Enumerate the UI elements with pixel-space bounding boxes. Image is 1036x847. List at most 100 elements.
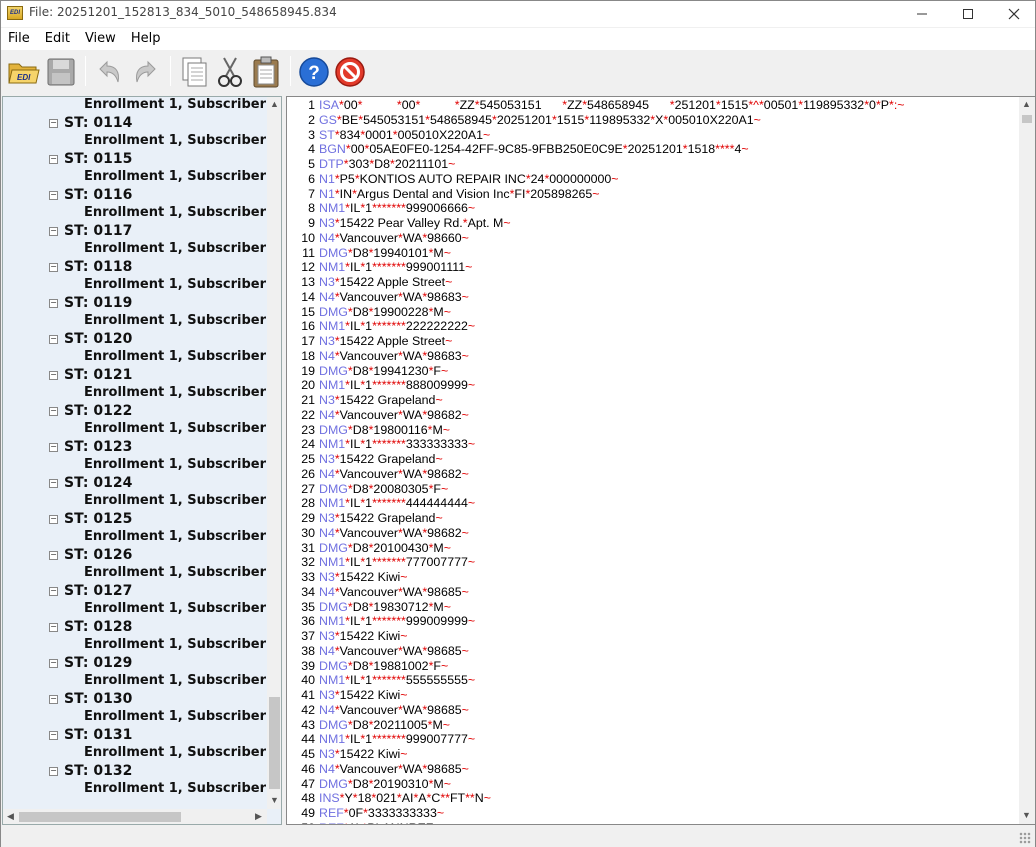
tree-node-enrollment[interactable]: Enrollment 1, Subscriber ID (84, 421, 267, 439)
collapse-icon[interactable]: − (49, 659, 58, 668)
edi-segment-line[interactable]: 45 N3*15422 Kiwi~ (287, 747, 1019, 762)
tree-node-st[interactable]: − ST: 0127 (49, 583, 132, 601)
scroll-up-icon[interactable]: ▲ (267, 97, 281, 112)
tree-node-enrollment[interactable]: Enrollment 1, Subscriber ID (84, 637, 267, 655)
scrollbar-thumb[interactable] (19, 812, 181, 822)
tree-node-st[interactable]: − ST: 0119 (49, 295, 132, 313)
tree-node-enrollment[interactable]: Enrollment 1, Subscriber ID (84, 457, 267, 475)
collapse-icon[interactable]: − (49, 767, 58, 776)
tree-node-st[interactable]: − ST: 0116 (49, 187, 132, 205)
tree-node-st[interactable]: − ST: 0118 (49, 259, 132, 277)
edi-segment-line[interactable]: 22 N4*Vancouver*WA*98682~ (287, 408, 1019, 423)
edi-segment-line[interactable]: 1 ISA*00* *00* *ZZ*545053151 *ZZ*54865894… (287, 98, 1019, 113)
edi-segment-line[interactable]: 26 N4*Vancouver*WA*98682~ (287, 467, 1019, 482)
tree-node-enrollment[interactable]: Enrollment 1, Subscriber ID (84, 745, 267, 763)
tree-node-st[interactable]: − ST: 0114 (49, 115, 132, 133)
edi-segment-line[interactable]: 43 DMG*D8*20211005*M~ (287, 718, 1019, 733)
edi-segment-line[interactable]: 40 NM1*IL*1*******555555555~ (287, 673, 1019, 688)
collapse-icon[interactable]: − (49, 263, 58, 272)
edi-segment-line[interactable]: 37 N3*15422 Kiwi~ (287, 629, 1019, 644)
scrollbar-thumb[interactable] (1022, 115, 1032, 123)
edi-segment-line[interactable]: 34 N4*Vancouver*WA*98685~ (287, 585, 1019, 600)
tree-node-st[interactable]: − ST: 0130 (49, 691, 132, 709)
minimize-button[interactable] (899, 1, 945, 27)
resize-grip-icon[interactable] (1019, 832, 1031, 844)
edi-segment-line[interactable]: 20 NM1*IL*1*******888009999~ (287, 378, 1019, 393)
edi-segment-line[interactable]: 19 DMG*D8*19941230*F~ (287, 364, 1019, 379)
collapse-icon[interactable]: − (49, 191, 58, 200)
collapse-icon[interactable]: − (49, 551, 58, 560)
edi-segment-line[interactable]: 46 N4*Vancouver*WA*98685~ (287, 762, 1019, 777)
edi-segment-line[interactable]: 12 NM1*IL*1*******999001111~ (287, 260, 1019, 275)
tree-node-st[interactable]: − ST: 0132 (49, 763, 132, 781)
edi-segment-line[interactable]: 47 DMG*D8*20190310*M~ (287, 777, 1019, 792)
paste-button[interactable] (249, 55, 283, 89)
edi-segment-line[interactable]: 29 N3*15422 Grapeland~ (287, 511, 1019, 526)
maximize-button[interactable] (945, 1, 991, 27)
tree-node-enrollment[interactable]: Enrollment 1, Subscriber ID (84, 349, 267, 367)
edi-segment-line[interactable]: 41 N3*15422 Kiwi~ (287, 688, 1019, 703)
collapse-icon[interactable]: − (49, 443, 58, 452)
tree-node-st[interactable]: − ST: 0128 (49, 619, 132, 637)
edi-segment-line[interactable]: 44 NM1*IL*1*******999007777~ (287, 732, 1019, 747)
collapse-icon[interactable]: − (49, 119, 58, 128)
tree-node-enrollment[interactable]: Enrollment 1, Subscriber ID (84, 313, 267, 331)
tree-horizontal-scrollbar[interactable]: ◀ ▶ (3, 809, 267, 824)
collapse-icon[interactable]: − (49, 371, 58, 380)
edi-segment-line[interactable]: 33 N3*15422 Kiwi~ (287, 570, 1019, 585)
collapse-icon[interactable]: − (49, 335, 58, 344)
edi-segment-line[interactable]: 39 DMG*D8*19881002*F~ (287, 659, 1019, 674)
tree-node-st[interactable]: − ST: 0124 (49, 475, 132, 493)
menu-file[interactable]: File (1, 28, 38, 50)
transaction-tree[interactable]: Enrollment 1, Subscriber ID − ST: 0114 Enro… (2, 96, 282, 825)
tree-node-st[interactable]: − ST: 0115 (49, 151, 132, 169)
editor-vertical-scrollbar[interactable]: ▲ ▼ (1019, 97, 1035, 824)
edi-segment-line[interactable]: 7 N1*IN*Argus Dental and Vision Inc*FI*20… (287, 187, 1019, 202)
edi-segment-line[interactable]: 18 N4*Vancouver*WA*98683~ (287, 349, 1019, 364)
redo-button[interactable] (129, 55, 163, 89)
tree-node-st[interactable]: − ST: 0120 (49, 331, 132, 349)
collapse-icon[interactable]: − (49, 731, 58, 740)
edi-segment-line[interactable]: 11 DMG*D8*19940101*M~ (287, 246, 1019, 261)
edi-segment-line[interactable]: 25 N3*15422 Grapeland~ (287, 452, 1019, 467)
tree-node-enrollment[interactable]: Enrollment 1, Subscriber ID (84, 781, 267, 799)
edi-segment-line[interactable]: 30 N4*Vancouver*WA*98682~ (287, 526, 1019, 541)
collapse-icon[interactable]: − (49, 479, 58, 488)
collapse-icon[interactable]: − (49, 587, 58, 596)
edi-segment-line[interactable]: 8 NM1*IL*1*******999006666~ (287, 201, 1019, 216)
edi-segment-line[interactable]: 17 N3*15422 Apple Street~ (287, 334, 1019, 349)
edi-segment-line[interactable]: 16 NM1*IL*1*******222222222~ (287, 319, 1019, 334)
tree-node-enrollment[interactable]: Enrollment 1, Subscriber ID (84, 169, 267, 187)
collapse-icon[interactable]: − (49, 227, 58, 236)
tree-node-st[interactable]: − ST: 0122 (49, 403, 132, 421)
collapse-icon[interactable]: − (49, 695, 58, 704)
edi-segment-line[interactable]: 2 GS*BE*545053151*548658945*20251201*1515… (287, 113, 1019, 128)
edi-segment-line[interactable]: 31 DMG*D8*20100430*M~ (287, 541, 1019, 556)
edi-segment-line[interactable]: 36 NM1*IL*1*******999009999~ (287, 614, 1019, 629)
edi-segment-line[interactable]: 27 DMG*D8*20080305*F~ (287, 482, 1019, 497)
edi-segment-line[interactable]: 9 N3*15422 Pear Valley Rd.*Apt. M~ (287, 216, 1019, 231)
edi-segment-line[interactable]: 32 NM1*IL*1*******777007777~ (287, 555, 1019, 570)
collapse-icon[interactable]: − (49, 155, 58, 164)
edi-segment-line[interactable]: 15 DMG*D8*19900228*M~ (287, 305, 1019, 320)
tree-node-enrollment[interactable]: Enrollment 1, Subscriber ID (84, 133, 267, 151)
tree-vertical-scrollbar[interactable]: ▲ ▼ (267, 97, 281, 809)
tree-node-enrollment[interactable]: Enrollment 1, Subscriber ID (84, 673, 267, 691)
scroll-up-icon[interactable]: ▲ (1019, 97, 1034, 112)
edi-segment-line[interactable]: 50REF*1L*PLANNREF~ (287, 821, 1019, 824)
scroll-left-icon[interactable]: ◀ (3, 809, 18, 824)
tree-node-enrollment[interactable]: Enrollment 1, Subscriber ID (84, 277, 267, 295)
scroll-down-icon[interactable]: ▼ (267, 793, 281, 808)
menu-edit[interactable]: Edit (38, 28, 78, 50)
edi-segment-line[interactable]: 6 N1*P5*KONTIOS AUTO REPAIR INC*24*000000… (287, 172, 1019, 187)
tree-node-st[interactable]: − ST: 0131 (49, 727, 132, 745)
close-button[interactable] (991, 1, 1036, 27)
edi-segment-line[interactable]: 10 N4*Vancouver*WA*98660~ (287, 231, 1019, 246)
edi-segment-line[interactable]: 13 N3*15422 Apple Street~ (287, 275, 1019, 290)
tree-node-st[interactable]: − ST: 0126 (49, 547, 132, 565)
scroll-right-icon[interactable]: ▶ (251, 809, 266, 824)
help-button[interactable]: ? (297, 55, 331, 89)
undo-button[interactable] (92, 55, 126, 89)
edi-segment-line[interactable]: 14 N4*Vancouver*WA*98683~ (287, 290, 1019, 305)
collapse-icon[interactable]: − (49, 407, 58, 416)
